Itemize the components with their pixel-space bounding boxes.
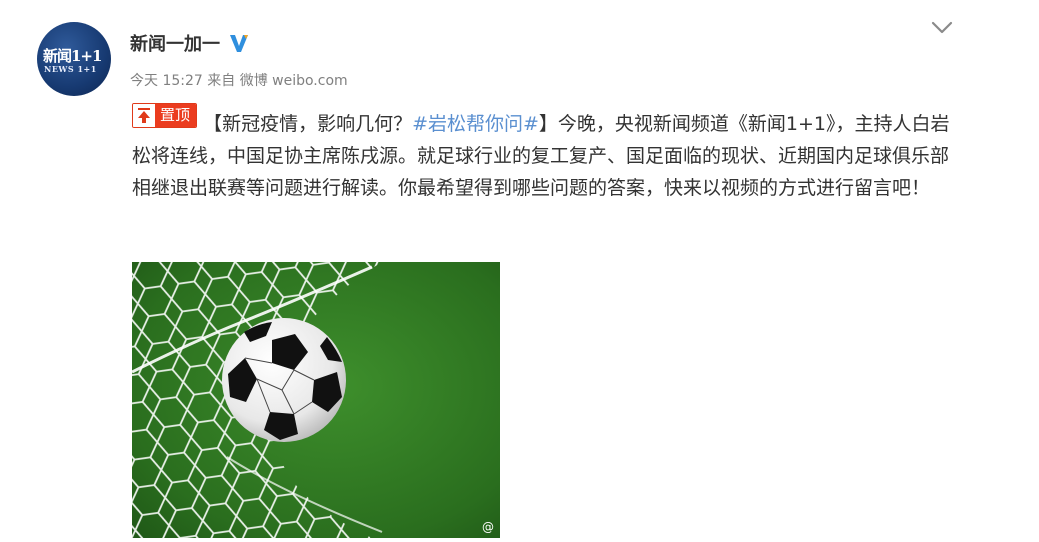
hashtag-link[interactable]: #岩松帮你问# (412, 113, 539, 135)
post-meta: 今天 15:27 来自 微博 weibo.com (130, 70, 348, 90)
weibo-watermark-icon: @ (482, 520, 494, 534)
pinned-badge: 置顶 (132, 103, 198, 128)
author-name[interactable]: 新闻一加一 (130, 30, 220, 56)
soccer-net-image (132, 262, 500, 538)
avatar[interactable]: 新闻1+1 NEWS 1+1 (37, 22, 111, 96)
chevron-down-icon[interactable] (930, 20, 954, 36)
verified-badge-icon (230, 35, 248, 52)
soccer-ball (222, 318, 346, 442)
from-label: 来自 (207, 73, 236, 89)
avatar-logo-text: 新闻1+1 (43, 47, 102, 65)
pin-arrow-icon (133, 104, 155, 127)
avatar-logo-subtext: NEWS 1+1 (44, 64, 97, 74)
post-text: 置顶 【新冠疫情，影响几何？#岩松帮你问#】今晚，央视新闻频道《新闻1+1》，主… (132, 103, 962, 204)
avatar-logo: 新闻1+1 NEWS 1+1 (41, 49, 107, 75)
post-image[interactable]: @ (132, 262, 500, 538)
post-source[interactable]: 微博 weibo.com (240, 73, 348, 89)
post-text-part-1: 【新冠疫情，影响几何？ (203, 113, 413, 135)
post-time[interactable]: 今天 15:27 (130, 73, 203, 89)
pinned-label: 置顶 (155, 104, 197, 127)
author-row: 新闻一加一 (130, 30, 250, 56)
